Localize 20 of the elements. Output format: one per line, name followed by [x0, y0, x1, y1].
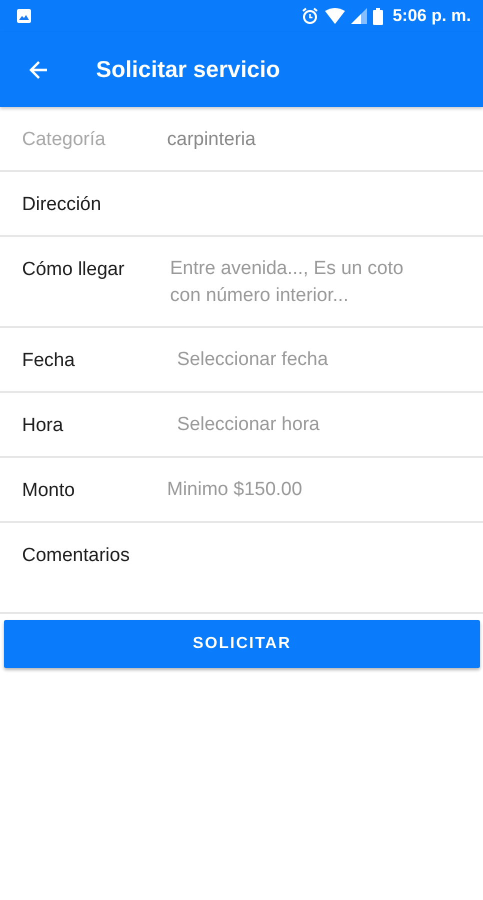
screen-title: Solicitar servicio — [96, 56, 280, 83]
field-label: Fecha — [22, 350, 76, 372]
field-label: Hora — [22, 415, 64, 437]
picker-field[interactable]: Seleccionar fecha — [167, 350, 469, 374]
signal-icon — [350, 8, 367, 24]
battery-icon — [372, 8, 383, 24]
wifi-icon — [324, 8, 345, 24]
input-field[interactable]: Entre avenida..., Es un coto con número interior... — [167, 259, 432, 310]
field-label: Comentarios — [22, 545, 131, 567]
field-label: Categoría — [22, 129, 106, 151]
alarm-icon — [300, 7, 319, 25]
status-time: 5:06 p. m. — [392, 6, 471, 26]
input-field[interactable]: Minimo $150.00 — [167, 480, 469, 504]
field-label: Dirección — [22, 194, 102, 216]
image-icon — [17, 9, 31, 23]
submit-button[interactable]: SOLICITAR — [4, 620, 480, 668]
field-label: Cómo llegar — [22, 259, 126, 281]
picker-field[interactable]: Seleccionar hora — [167, 415, 469, 439]
field-label: Monto — [22, 480, 76, 502]
input-field: carpinteria — [167, 129, 469, 153]
